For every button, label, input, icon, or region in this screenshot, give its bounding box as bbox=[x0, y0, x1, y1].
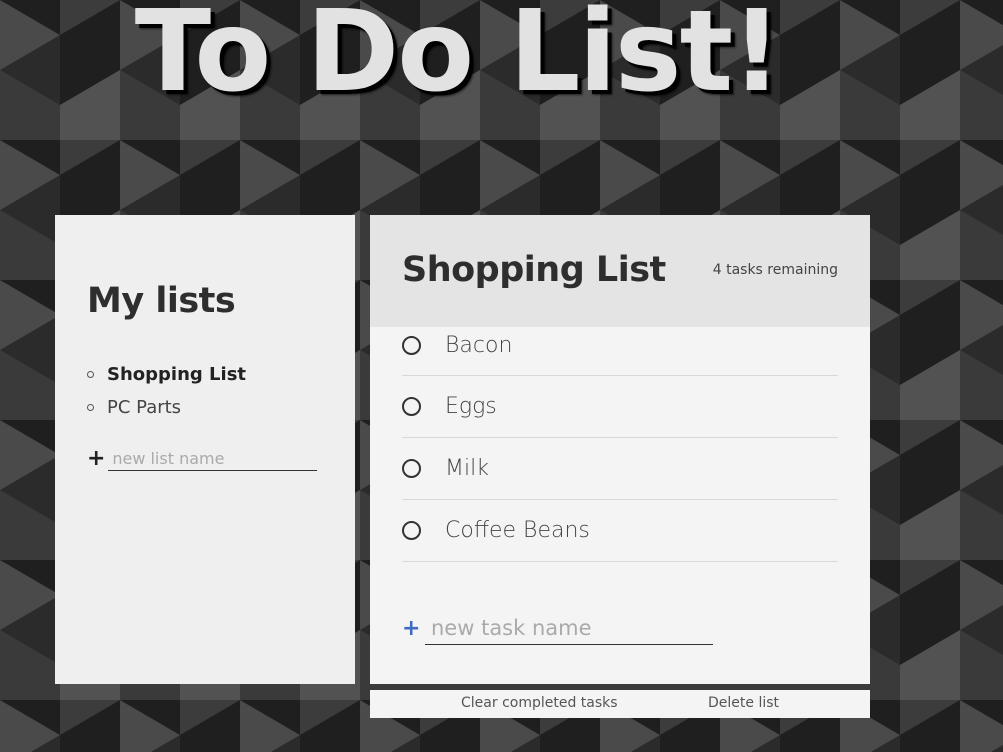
task-item[interactable]: Eggs bbox=[402, 376, 838, 438]
lists-panel: My lists Shopping List PC Parts + bbox=[55, 215, 355, 684]
task-item[interactable]: Bacon bbox=[402, 315, 838, 376]
list-item-pc-parts[interactable]: PC Parts bbox=[87, 391, 246, 424]
delete-list-button[interactable]: Delete list bbox=[708, 690, 779, 716]
checkbox-circle-icon[interactable] bbox=[402, 521, 421, 540]
checkbox-circle-icon[interactable] bbox=[402, 459, 421, 478]
todo-list-title: Shopping List bbox=[402, 250, 666, 290]
new-list-form: + bbox=[87, 445, 317, 473]
new-list-input[interactable] bbox=[108, 447, 317, 471]
task-label: Eggs bbox=[445, 394, 497, 419]
task-item[interactable]: Milk bbox=[402, 438, 838, 500]
app-title: To Do List! bbox=[134, 0, 782, 117]
task-item[interactable]: Coffee Beans bbox=[402, 500, 838, 562]
checkbox-circle-icon[interactable] bbox=[402, 397, 421, 416]
task-label: Milk bbox=[445, 456, 489, 481]
list-item-shopping-list[interactable]: Shopping List bbox=[87, 358, 246, 391]
list-item-label: PC Parts bbox=[107, 397, 182, 418]
task-label: Coffee Beans bbox=[445, 518, 590, 543]
plus-icon[interactable]: + bbox=[87, 448, 108, 470]
clear-completed-button[interactable]: Clear completed tasks bbox=[461, 690, 618, 716]
bullet-icon bbox=[87, 371, 94, 378]
todo-panel: Shopping List 4 tasks remaining Bacon Eg… bbox=[370, 215, 870, 684]
todo-footer: Clear completed tasks Delete list bbox=[370, 690, 870, 718]
task-list: Bacon Eggs Milk Coffee Beans bbox=[402, 333, 838, 593]
tasks-remaining-count: 4 tasks remaining bbox=[712, 262, 838, 278]
lists-title: My lists bbox=[87, 281, 236, 321]
plus-icon[interactable]: + bbox=[402, 617, 425, 640]
list-item-label: Shopping List bbox=[107, 364, 247, 385]
new-task-input[interactable] bbox=[425, 612, 713, 645]
checkbox-circle-icon[interactable] bbox=[402, 335, 421, 355]
todo-header: Shopping List 4 tasks remaining bbox=[370, 215, 870, 327]
new-task-form: + bbox=[402, 612, 713, 645]
lists-list: Shopping List PC Parts bbox=[87, 358, 246, 424]
task-label: Bacon bbox=[445, 332, 513, 358]
bullet-icon bbox=[87, 404, 94, 411]
